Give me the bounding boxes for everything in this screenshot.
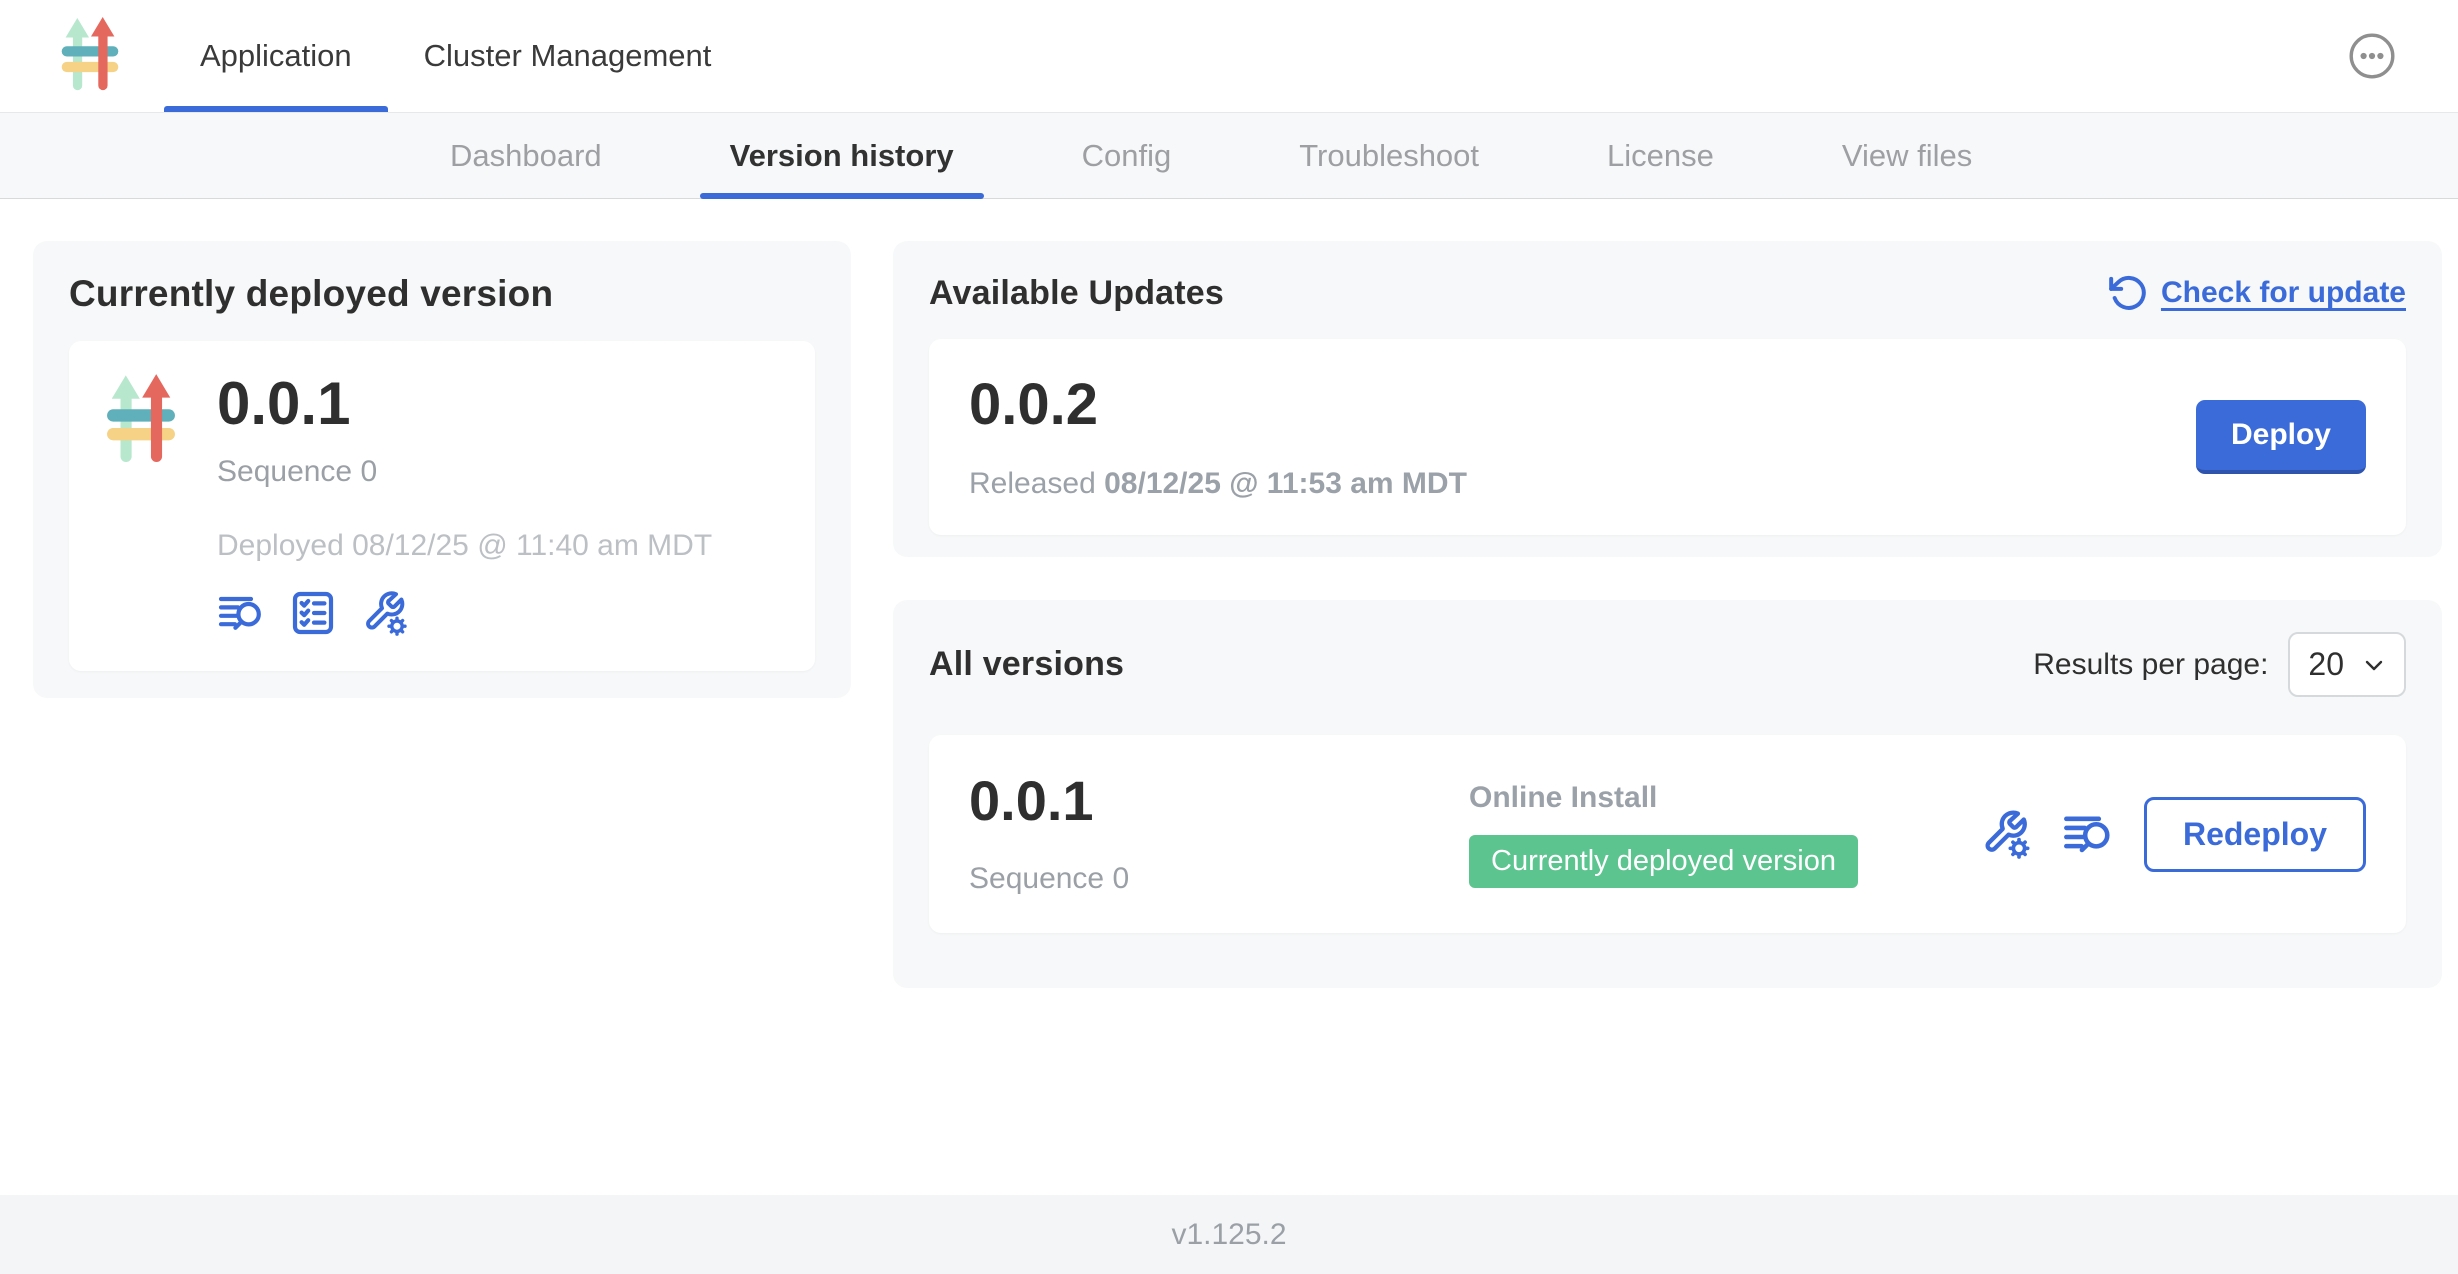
deployed-sequence: Sequence 0 <box>217 455 712 489</box>
install-type: Online Install <box>1469 781 1858 815</box>
row-version-number: 0.0.1 <box>969 772 1469 831</box>
update-released-line: Released 08/12/25 @ 11:53 am MDT <box>969 467 1467 501</box>
results-per-page-label: Results per page: <box>2033 648 2268 682</box>
version-row-actions: Redeploy <box>1980 797 2366 872</box>
logs-icon <box>2062 808 2114 860</box>
app-logo-icon <box>60 16 120 96</box>
right-column: Available Updates Check for update 0.0.2… <box>893 241 2442 988</box>
available-updates-title: Available Updates <box>929 274 1224 313</box>
wrench-gear-icon <box>1980 808 2032 860</box>
row-edit-config-button[interactable] <box>1980 808 2032 860</box>
subnav-tab-license-label: License <box>1607 138 1714 174</box>
ellipsis-icon <box>2348 32 2396 80</box>
currently-deployed-title: Currently deployed version <box>69 273 815 315</box>
results-per-page: Results per page: 20 <box>2033 632 2406 697</box>
redeploy-button[interactable]: Redeploy <box>2144 797 2366 872</box>
tab-application-label: Application <box>200 38 352 74</box>
all-versions-panel: All versions Results per page: 20 0.0.1 … <box>893 600 2442 988</box>
app-logo-icon <box>105 373 177 469</box>
refresh-icon <box>2107 273 2147 313</box>
subnav-tab-dashboard-label: Dashboard <box>450 138 602 174</box>
view-logs-button[interactable] <box>217 589 265 637</box>
currently-deployed-panel: Currently deployed version 0.0.1 Sequenc… <box>33 241 851 698</box>
check-for-update-link[interactable]: Check for update <box>2107 273 2406 313</box>
app-footer: v1.125.2 <box>0 1195 2458 1274</box>
results-per-page-select[interactable]: 20 <box>2288 632 2406 697</box>
deploy-button[interactable]: Deploy <box>2196 400 2366 474</box>
released-timestamp: 08/12/25 @ 11:53 am MDT <box>1104 467 1467 500</box>
deployed-timestamp: Deployed 08/12/25 @ 11:40 am MDT <box>217 529 712 563</box>
update-card: 0.0.2 Released 08/12/25 @ 11:53 am MDT D… <box>929 339 2406 535</box>
tab-application[interactable]: Application <box>164 0 388 112</box>
overflow-menu-button[interactable] <box>2348 32 2396 80</box>
console-version: v1.125.2 <box>1171 1218 1286 1252</box>
logs-icon <box>217 589 265 637</box>
subnav-tab-version-history-label: Version history <box>730 138 954 174</box>
deployed-app-logo <box>105 373 177 641</box>
available-updates-panel: Available Updates Check for update 0.0.2… <box>893 241 2442 557</box>
chevron-down-icon <box>2362 653 2386 677</box>
deployed-version-card: 0.0.1 Sequence 0 Deployed 08/12/25 @ 11:… <box>69 341 815 671</box>
all-versions-header: All versions Results per page: 20 <box>929 632 2406 697</box>
app-logo <box>60 0 120 112</box>
tab-cluster-management[interactable]: Cluster Management <box>388 0 748 112</box>
released-label: Released <box>969 467 1096 500</box>
deployed-actions <box>217 589 712 637</box>
currently-deployed-badge: Currently deployed version <box>1469 835 1858 888</box>
subnav-tab-troubleshoot[interactable]: Troubleshoot <box>1235 113 1543 198</box>
deployed-version-info: 0.0.1 Sequence 0 Deployed 08/12/25 @ 11:… <box>217 371 712 641</box>
subnav-tab-license[interactable]: License <box>1543 113 1778 198</box>
subnav-tab-view-files-label: View files <box>1842 138 1972 174</box>
subnav-tab-view-files[interactable]: View files <box>1778 113 2036 198</box>
preflight-checks-button[interactable] <box>289 589 337 637</box>
subnav-tab-version-history[interactable]: Version history <box>666 113 1018 198</box>
wrench-gear-icon <box>361 589 409 637</box>
results-per-page-value: 20 <box>2308 646 2344 683</box>
check-for-update-label: Check for update <box>2161 276 2406 310</box>
version-row: 0.0.1 Sequence 0 Online Install Currentl… <box>929 735 2406 933</box>
subnav-tab-config-label: Config <box>1082 138 1172 174</box>
version-row-info: 0.0.1 Sequence 0 <box>969 772 1469 897</box>
subnav-tab-dashboard[interactable]: Dashboard <box>386 113 666 198</box>
subnav-tab-troubleshoot-label: Troubleshoot <box>1299 138 1479 174</box>
row-sequence: Sequence 0 <box>969 862 1469 896</box>
all-versions-title: All versions <box>929 645 1124 684</box>
row-view-logs-button[interactable] <box>2062 808 2114 860</box>
update-version-number: 0.0.2 <box>969 373 1467 437</box>
preflight-checklist-icon <box>289 589 337 637</box>
subnav-tab-config[interactable]: Config <box>1018 113 1236 198</box>
available-updates-header: Available Updates Check for update <box>929 273 2406 313</box>
app-subnav: Dashboard Version history Config Trouble… <box>0 113 2458 199</box>
app-header: Application Cluster Management <box>0 0 2458 113</box>
top-nav: Application Cluster Management <box>164 0 747 112</box>
update-info: 0.0.2 Released 08/12/25 @ 11:53 am MDT <box>969 373 1467 501</box>
main-content: Currently deployed version 0.0.1 Sequenc… <box>0 199 2458 1195</box>
tab-cluster-management-label: Cluster Management <box>424 38 712 74</box>
edit-config-button[interactable] <box>361 589 409 637</box>
deployed-version-number: 0.0.1 <box>217 371 712 437</box>
version-row-status: Online Install Currently deployed versio… <box>1469 781 1858 888</box>
